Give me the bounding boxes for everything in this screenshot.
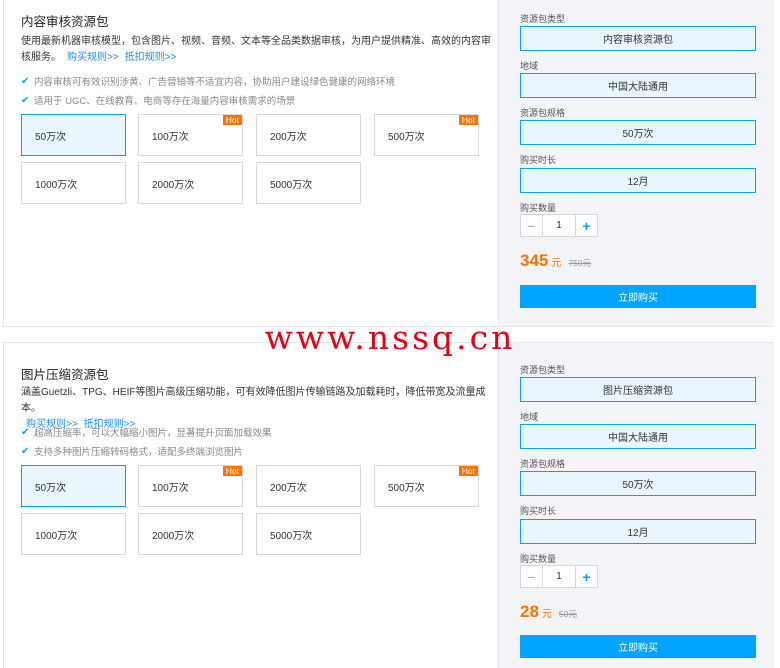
spec-select[interactable]: 50万次 (520, 471, 756, 496)
check-icon: ✔ (21, 445, 30, 457)
package-info: 图片压缩资源包 涵盖Guetzli、TPG、HEIF等图片高级压缩功能，可有效降… (4, 343, 498, 668)
spec-option-5000w[interactable]: 5000万次 (256, 513, 361, 555)
spec-option-label: 500万次 (388, 482, 425, 494)
check-icon: ✔ (21, 94, 30, 106)
buy-now-button[interactable]: 立即购买 (520, 285, 756, 308)
spec-option-100w[interactable]: 100万次 Hot (138, 114, 243, 156)
hot-badge: Hot (222, 466, 242, 476)
spec-option-100w[interactable]: 100万次 Hot (138, 465, 243, 507)
price-value: 28 (520, 602, 539, 621)
region-label: 地域 (520, 412, 539, 422)
spec-option-5000w[interactable]: 5000万次 (256, 162, 361, 204)
spec-option-label: 50万次 (35, 482, 67, 494)
price-unit: 元 (541, 609, 552, 620)
spec-option-200w[interactable]: 200万次 (256, 114, 361, 156)
spec-option-1000w[interactable]: 1000万次 (21, 513, 126, 555)
increase-button[interactable]: + (575, 215, 597, 236)
order-panel: 资源包类型 内容审核资源包 地域 中国大陆通用 资源包规格 50万次 购买时长 … (498, 0, 774, 326)
increase-button[interactable]: + (575, 566, 597, 587)
spec-label: 资源包规格 (520, 108, 566, 118)
spec-option-label: 5000万次 (270, 179, 313, 191)
region-select[interactable]: 中国大陆通用 (520, 424, 756, 449)
price-display: 345 元 750元 (520, 251, 591, 271)
original-price: 50元 (558, 609, 577, 619)
spec-option-50w[interactable]: 50万次 (21, 465, 126, 507)
type-select[interactable]: 图片压缩资源包 (520, 377, 756, 402)
hot-badge: Hot (458, 466, 478, 476)
spec-option-label: 50万次 (35, 131, 67, 143)
decrease-button[interactable]: − (521, 566, 543, 587)
feature-text: 支持多种图片压缩转码格式，适配多终端浏览图片 (34, 447, 244, 458)
duration-label: 购买时长 (520, 155, 557, 165)
hot-badge: Hot (458, 115, 478, 125)
hot-badge: Hot (222, 115, 242, 125)
spec-option-2000w[interactable]: 2000万次 (138, 162, 243, 204)
quantity-input[interactable]: 1 (543, 215, 575, 236)
feature-text: 适用于 UGC、在线教育、电商等存在海量内容审核需求的场景 (34, 96, 296, 107)
feature-text: 内容审核可有效识别涉黄、广告营销等不适宜内容，协助用户建设绿色健康的网络环境 (34, 77, 396, 88)
quantity-label: 购买数量 (520, 203, 557, 213)
feature-item: ✔ 超高压缩率，可以大幅缩小图片，显著提升页面加载效果 (21, 425, 272, 440)
duration-select[interactable]: 12月 (520, 168, 756, 193)
duration-label: 购买时长 (520, 506, 557, 516)
spec-option-label: 100万次 (152, 482, 189, 494)
spec-option-label: 5000万次 (270, 530, 313, 542)
quantity-stepper: − 1 + (520, 214, 598, 237)
spec-option-label: 2000万次 (152, 530, 195, 542)
price-unit: 元 (551, 258, 562, 269)
spec-option-label: 1000万次 (35, 530, 78, 542)
check-icon: ✔ (21, 426, 30, 438)
quantity-stepper: − 1 + (520, 565, 598, 588)
description-text: 涵盖Guetzli、TPG、HEIF等图片高级压缩功能，可有效降低图片传输链路及… (21, 387, 486, 414)
package-card-image-compression: 图片压缩资源包 涵盖Guetzli、TPG、HEIF等图片高级压缩功能，可有效降… (3, 342, 774, 668)
feature-text: 超高压缩率，可以大幅缩小图片，显著提升页面加载效果 (34, 428, 272, 439)
type-label: 资源包类型 (520, 14, 566, 24)
spec-option-1000w[interactable]: 1000万次 (21, 162, 126, 204)
region-select[interactable]: 中国大陆通用 (520, 73, 756, 98)
package-info: 内容审核资源包 使用最新机器审核模型，包含图片、视频、音频、文本等全品类数据审核… (4, 0, 498, 326)
feature-item: ✔ 支持多种图片压缩转码格式，适配多终端浏览图片 (21, 444, 244, 459)
deduction-rules-link[interactable]: 抵扣规则>> (125, 52, 177, 63)
buy-now-button[interactable]: 立即购买 (520, 635, 756, 658)
spec-option-500w[interactable]: 500万次 Hot (374, 114, 479, 156)
decrease-button[interactable]: − (521, 215, 543, 236)
quantity-label: 购买数量 (520, 554, 557, 564)
price-value: 345 (520, 251, 549, 270)
quantity-input[interactable]: 1 (543, 566, 575, 587)
spec-option-label: 500万次 (388, 131, 425, 143)
spec-option-label: 1000万次 (35, 179, 78, 191)
spec-option-label: 200万次 (270, 482, 307, 494)
spec-option-50w[interactable]: 50万次 (21, 114, 126, 156)
duration-select[interactable]: 12月 (520, 519, 756, 544)
spec-option-label: 200万次 (270, 131, 307, 143)
spec-label: 资源包规格 (520, 459, 566, 469)
spec-option-label: 2000万次 (152, 179, 195, 191)
feature-item: ✔ 内容审核可有效识别涉黄、广告营销等不适宜内容，协助用户建设绿色健康的网络环境 (21, 74, 396, 89)
type-select[interactable]: 内容审核资源包 (520, 26, 756, 51)
price-display: 28 元 50元 (520, 602, 577, 622)
region-label: 地域 (520, 61, 539, 71)
order-panel: 资源包类型 图片压缩资源包 地域 中国大陆通用 资源包规格 50万次 购买时长 … (498, 343, 774, 668)
package-title: 内容审核资源包 (21, 15, 109, 29)
spec-option-2000w[interactable]: 2000万次 (138, 513, 243, 555)
check-icon: ✔ (21, 75, 30, 87)
feature-item: ✔ 适用于 UGC、在线教育、电商等存在海量内容审核需求的场景 (21, 93, 296, 108)
spec-select[interactable]: 50万次 (520, 120, 756, 145)
spec-option-500w[interactable]: 500万次 Hot (374, 465, 479, 507)
package-card-content-audit: 内容审核资源包 使用最新机器审核模型，包含图片、视频、音频、文本等全品类数据审核… (3, 0, 774, 327)
package-title: 图片压缩资源包 (21, 368, 109, 382)
purchase-rules-link[interactable]: 购买规则>> (67, 52, 119, 63)
package-description: 使用最新机器审核模型，包含图片、视频、音频、文本等全品类数据审核，为用户提供精准… (21, 34, 491, 66)
type-label: 资源包类型 (520, 365, 566, 375)
original-price: 750元 (568, 258, 592, 268)
spec-option-label: 100万次 (152, 131, 189, 143)
spec-option-200w[interactable]: 200万次 (256, 465, 361, 507)
